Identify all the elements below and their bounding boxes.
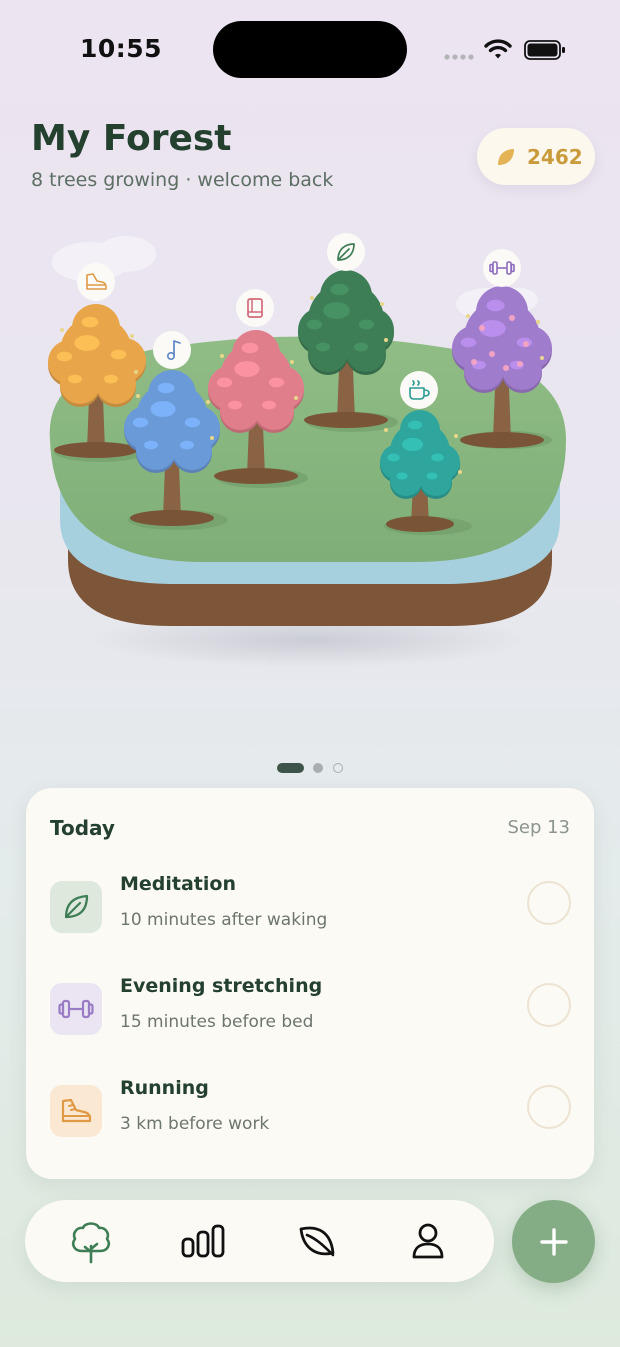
habit-icon-container bbox=[50, 1085, 102, 1137]
tab-profile[interactable] bbox=[402, 1216, 454, 1266]
leaf-icon bbox=[64, 894, 89, 919]
music-note-icon-badge bbox=[153, 331, 191, 369]
habit-complete-checkbox[interactable] bbox=[527, 983, 571, 1027]
tab-habits[interactable] bbox=[291, 1216, 343, 1266]
leaf-icon bbox=[299, 1226, 335, 1257]
page-dot-active[interactable] bbox=[277, 763, 304, 773]
habit-name: Evening stretching bbox=[120, 975, 323, 997]
bar-chart-icon bbox=[181, 1224, 225, 1258]
running-shoe-icon-badge bbox=[77, 263, 115, 301]
add-habit-button[interactable] bbox=[512, 1200, 595, 1283]
coffee-cup-icon-badge bbox=[400, 371, 438, 409]
card-date: Sep 13 bbox=[507, 817, 570, 838]
habit-row[interactable]: Running 3 km before work bbox=[26, 1077, 594, 1165]
habit-row[interactable]: Evening stretching 15 minutes before bed bbox=[26, 975, 594, 1063]
leaf-icon-badge bbox=[327, 233, 365, 271]
habit-icon-container bbox=[50, 983, 102, 1035]
habit-row[interactable]: Meditation 10 minutes after waking bbox=[26, 873, 594, 961]
card-title: Today bbox=[50, 816, 115, 840]
forest-island bbox=[48, 233, 566, 668]
page-dot[interactable] bbox=[313, 763, 323, 773]
battery-icon bbox=[524, 40, 565, 60]
points-badge[interactable]: 2462 bbox=[477, 128, 595, 185]
signal-icon bbox=[444, 54, 474, 60]
habit-name: Running bbox=[120, 1077, 209, 1099]
page-title: My Forest bbox=[31, 118, 232, 159]
dumbbell-icon bbox=[58, 999, 94, 1019]
tab-bar bbox=[25, 1200, 494, 1282]
habit-complete-checkbox[interactable] bbox=[527, 881, 571, 925]
profile-icon bbox=[412, 1223, 444, 1259]
today-card: Today Sep 13 Meditation 10 minutes after… bbox=[26, 788, 594, 1179]
points-value: 2462 bbox=[527, 144, 583, 169]
habit-description: 3 km before work bbox=[120, 1114, 270, 1134]
page-subtitle: 8 trees growing · welcome back bbox=[31, 169, 334, 191]
habit-icon-container bbox=[50, 881, 102, 933]
book-icon-badge bbox=[236, 289, 274, 327]
page-dot[interactable] bbox=[333, 763, 343, 773]
wifi-icon bbox=[484, 39, 512, 59]
dumbbell-icon-badge bbox=[483, 249, 521, 287]
tab-stats[interactable] bbox=[177, 1216, 229, 1266]
leaf-points-icon bbox=[498, 148, 514, 165]
running-shoe-icon bbox=[61, 1098, 92, 1123]
status-bar: 10:55 bbox=[0, 0, 620, 100]
status-time: 10:55 bbox=[80, 34, 163, 63]
tree-icon bbox=[71, 1222, 111, 1264]
habit-description: 10 minutes after waking bbox=[120, 910, 328, 930]
tab-forest[interactable] bbox=[65, 1216, 117, 1266]
dynamic-island bbox=[213, 21, 407, 78]
habit-complete-checkbox[interactable] bbox=[527, 1085, 571, 1129]
habit-name: Meditation bbox=[120, 873, 236, 895]
page-indicator[interactable] bbox=[277, 763, 347, 775]
plus-icon bbox=[539, 1227, 568, 1256]
habit-description: 15 minutes before bed bbox=[120, 1012, 314, 1032]
